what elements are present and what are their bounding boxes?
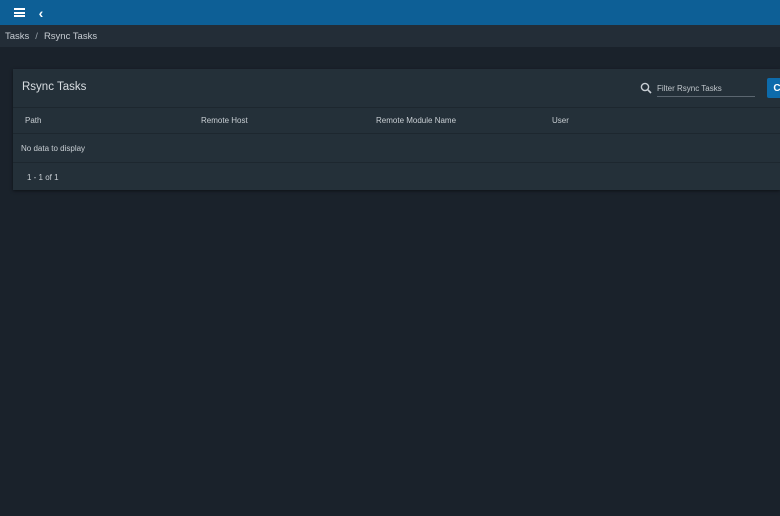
add-task-button[interactable]: C xyxy=(767,78,780,98)
column-header-remote-module-name[interactable]: Remote Module Name xyxy=(376,116,456,125)
hamburger-menu-icon xyxy=(13,8,25,17)
search-icon xyxy=(640,82,652,94)
empty-table-row: No data to display xyxy=(13,134,780,163)
breadcrumb-separator: / xyxy=(35,30,38,42)
breadcrumb-item-rsync-tasks: Rsync Tasks xyxy=(43,30,98,42)
table-header: Path Remote Host Remote Module Name User xyxy=(13,107,780,134)
pagination-label: 1 - 1 of 1 xyxy=(27,173,59,182)
card-title: Rsync Tasks xyxy=(22,81,87,93)
table-footer: 1 - 1 of 1 xyxy=(13,163,780,190)
filter-input[interactable] xyxy=(657,81,755,97)
breadcrumb: Tasks / Rsync Tasks xyxy=(0,25,780,47)
chevron-left-icon: ‹ xyxy=(38,4,44,21)
back-button[interactable]: ‹ xyxy=(28,0,54,25)
filter-field xyxy=(640,80,770,97)
rsync-tasks-card: Rsync Tasks C Path Remote Host Remote Mo… xyxy=(13,69,780,190)
card-header: Rsync Tasks C xyxy=(13,69,780,108)
column-header-path[interactable]: Path xyxy=(25,116,41,125)
column-header-user[interactable]: User xyxy=(552,116,569,125)
breadcrumb-item-tasks[interactable]: Tasks xyxy=(0,31,29,42)
empty-message: No data to display xyxy=(21,144,86,153)
top-toolbar: ‹ xyxy=(0,0,780,25)
column-header-remote-host[interactable]: Remote Host xyxy=(201,116,248,125)
